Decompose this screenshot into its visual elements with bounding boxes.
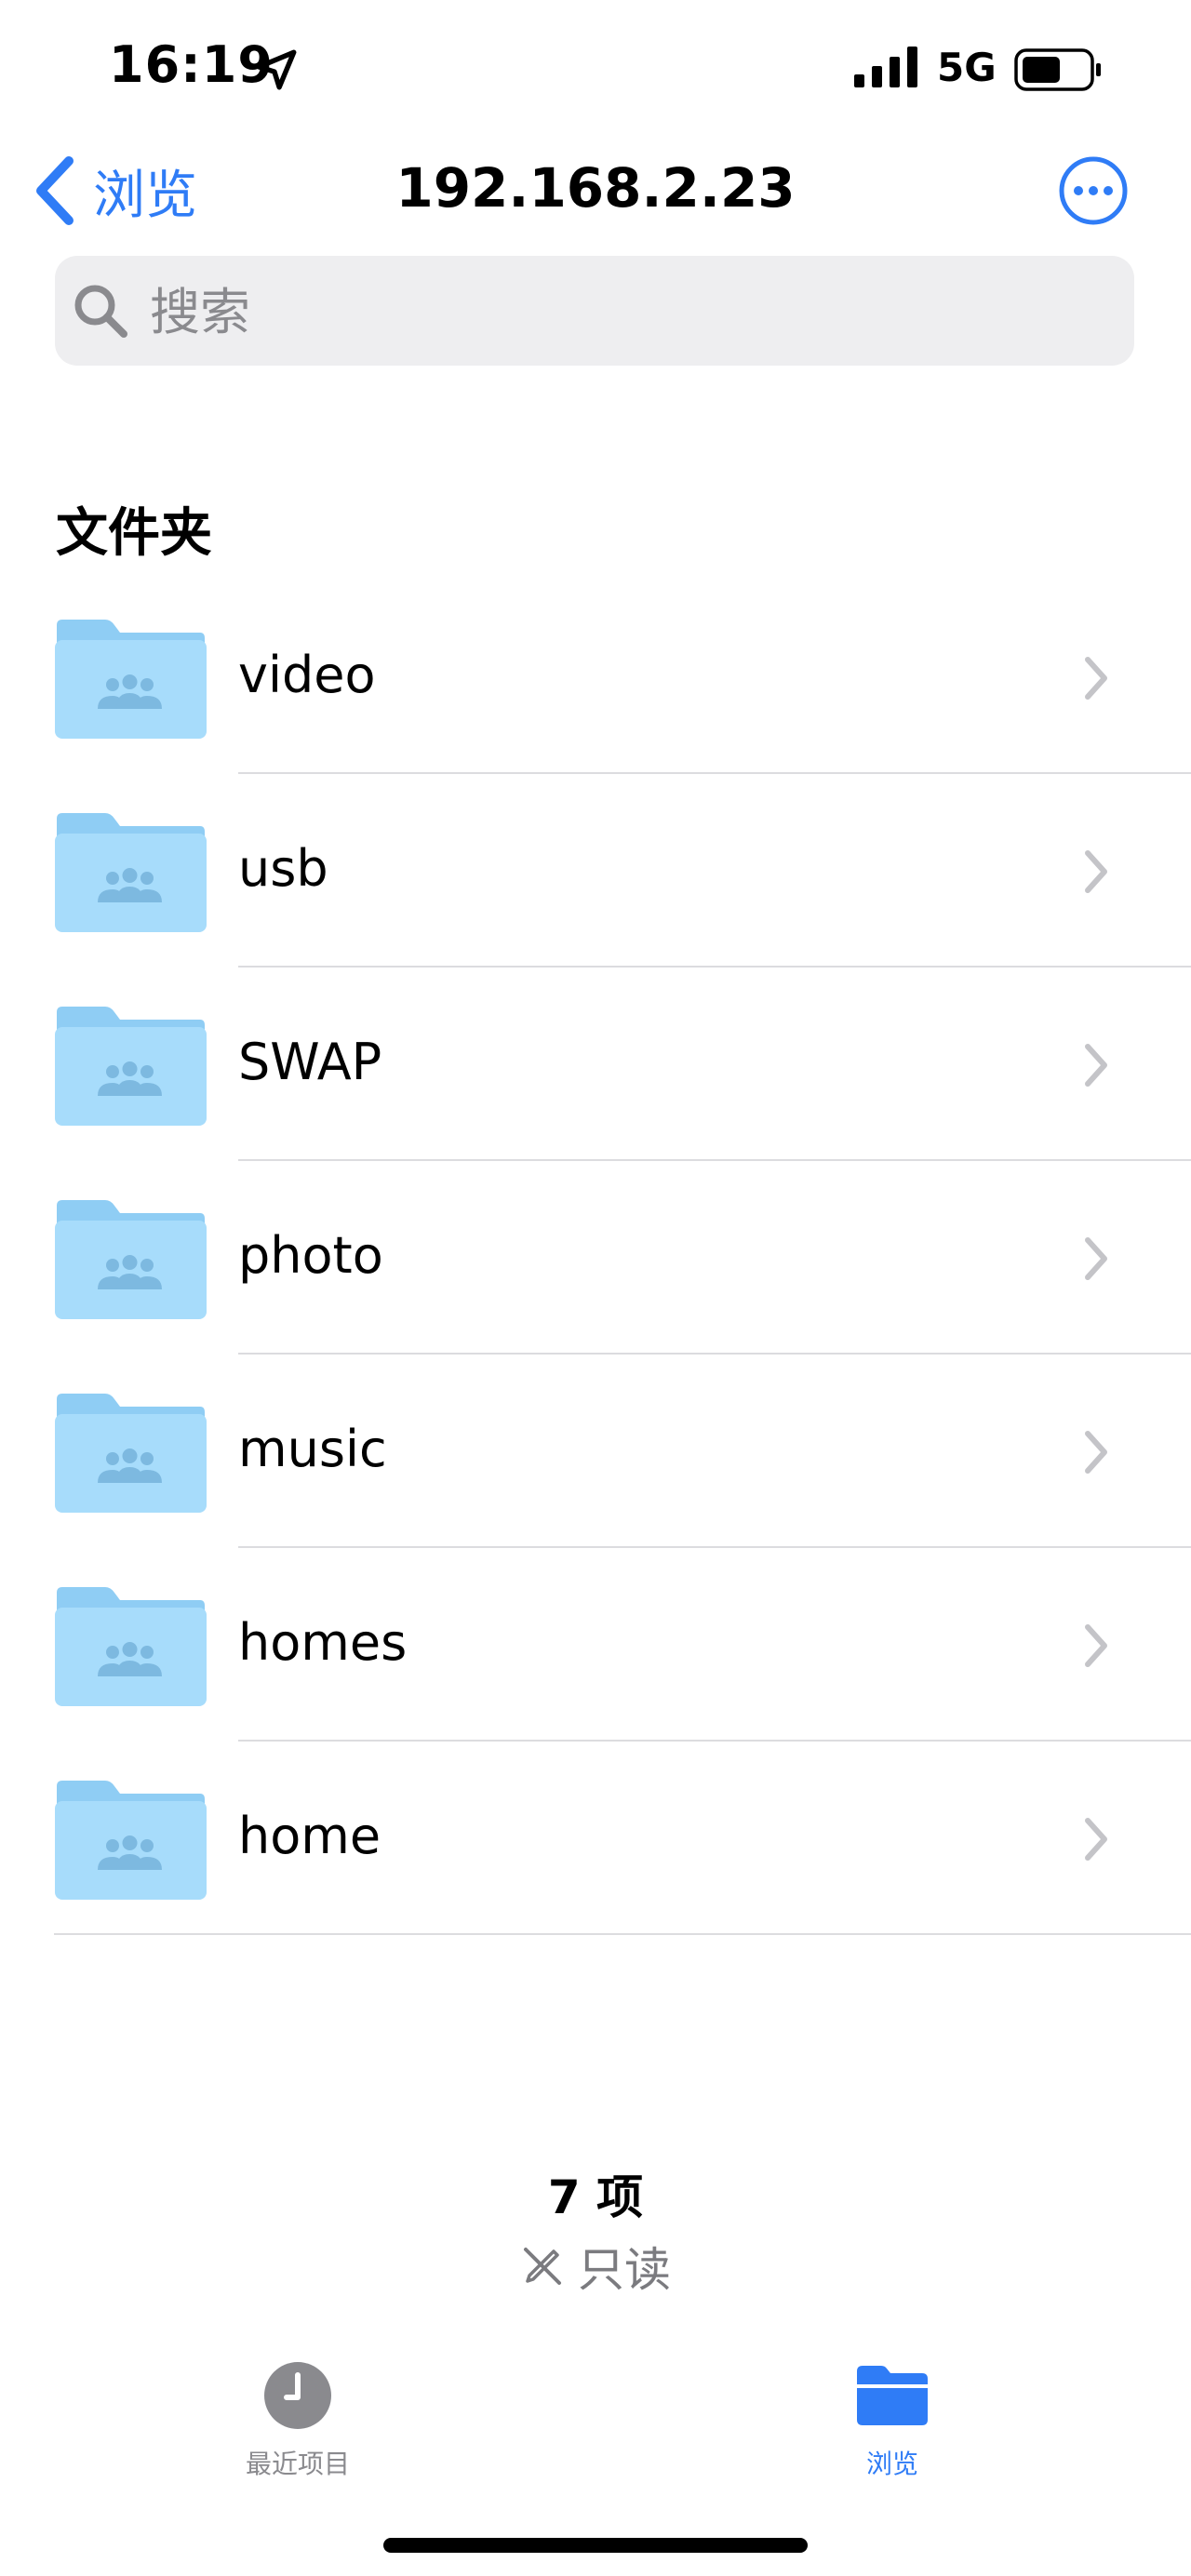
readonly-indicator: 只读	[0, 2233, 1191, 2300]
tab-browse[interactable]: 浏览	[771, 2358, 1013, 2481]
chevron-right-icon	[1085, 1431, 1107, 1474]
chevron-right-icon	[1085, 657, 1107, 700]
folder-row-video[interactable]: video	[0, 581, 1191, 774]
ellipsis-circle-icon[interactable]	[1058, 155, 1129, 226]
chevron-right-icon	[1085, 1044, 1107, 1087]
chevron-right-icon	[1085, 1237, 1107, 1280]
folder-icon	[857, 2366, 928, 2425]
shared-folder-icon	[55, 1394, 207, 1513]
chevron-right-icon	[1085, 850, 1107, 893]
status-bar: 16:19 5G	[0, 0, 1191, 140]
status-time: 16:19	[109, 35, 274, 94]
folder-row-music[interactable]: music	[0, 1355, 1191, 1548]
tab-recents[interactable]: 最近项目	[177, 2358, 419, 2481]
row-divider	[54, 1933, 1191, 1935]
shared-folder-icon	[55, 1781, 207, 1900]
folder-name: homes	[238, 1613, 408, 1672]
folder-name: music	[238, 1420, 387, 1478]
folder-name: video	[238, 646, 376, 704]
folder-name: usb	[238, 839, 328, 898]
shared-folder-icon	[55, 1200, 207, 1319]
search-icon	[74, 285, 127, 338]
folder-name: SWAP	[238, 1033, 382, 1091]
readonly-label: 只读	[578, 2243, 671, 2297]
shared-folder-icon	[55, 620, 207, 739]
network-type-label: 5G	[937, 45, 997, 90]
battery-icon	[1014, 48, 1101, 91]
search-field[interactable]	[55, 256, 1134, 367]
section-title: 文件夹	[56, 503, 212, 564]
clock-icon	[264, 2362, 331, 2429]
search-input[interactable]	[148, 256, 1101, 367]
shared-folder-icon	[55, 813, 207, 932]
folder-name: home	[238, 1807, 381, 1865]
signal-bars-icon	[854, 47, 917, 87]
pencil-slash-icon	[524, 2248, 561, 2285]
folder-row-homes[interactable]: homes	[0, 1548, 1191, 1742]
shared-folder-icon	[55, 1007, 207, 1126]
item-count: 7 项	[547, 2170, 644, 2224]
tab-label: 浏览	[865, 2449, 918, 2479]
folder-name: photo	[238, 1226, 383, 1285]
chevron-right-icon	[1085, 1624, 1107, 1667]
page-title: 192.168.2.23	[395, 156, 796, 220]
location-arrow-icon	[256, 49, 297, 90]
folder-row-usb[interactable]: usb	[0, 774, 1191, 968]
shared-folder-icon	[55, 1587, 207, 1706]
folder-row-swap[interactable]: SWAP	[0, 968, 1191, 1161]
folder-row-home[interactable]: home	[0, 1742, 1191, 1935]
home-indicator[interactable]	[383, 2538, 808, 2553]
chevron-right-icon	[1085, 1818, 1107, 1861]
tab-label: 最近项目	[245, 2449, 350, 2479]
folder-row-photo[interactable]: photo	[0, 1161, 1191, 1355]
folder-list: video usb SWAP photo music homes home	[0, 581, 1191, 1935]
